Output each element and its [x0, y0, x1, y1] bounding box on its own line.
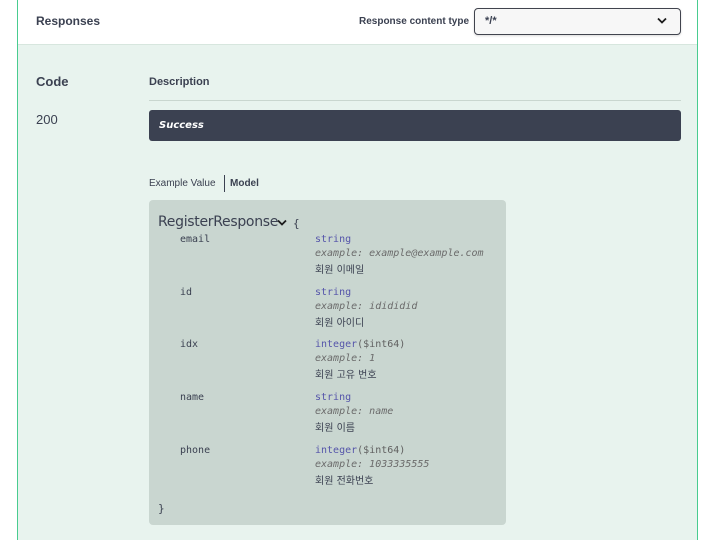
table-header-divider-gap: [36, 100, 149, 101]
property-description: 회원 전화번호: [315, 476, 374, 487]
chevron-down-icon[interactable]: [277, 219, 287, 227]
property-name: phone: [180, 445, 211, 456]
response-description-bar: Success: [149, 110, 681, 141]
content-type-label: Response content type: [359, 16, 470, 27]
response-description: Success: [159, 120, 204, 131]
chevron-down-icon: [657, 17, 667, 24]
column-header-description: Description: [149, 76, 210, 88]
property-name: id: [180, 287, 193, 298]
responses-header: Responses Response content type */*: [18, 0, 697, 45]
tab-example-value[interactable]: Example Value: [149, 178, 216, 189]
property-description: 회원 아이디: [315, 318, 365, 329]
property-name: idx: [180, 339, 199, 350]
property-name: name: [180, 392, 205, 403]
property-name: email: [180, 234, 211, 245]
tab-model[interactable]: Model: [230, 178, 259, 189]
responses-title: Responses: [36, 14, 101, 28]
property-description: 회원 이메일: [315, 265, 365, 276]
property-type: integer($int64): [315, 339, 406, 350]
response-code: 200: [36, 112, 58, 127]
tab-divider: [224, 175, 225, 192]
property-type: string: [315, 287, 352, 298]
property-example: example: example@example.com: [315, 248, 484, 259]
property-type: string: [315, 392, 352, 403]
property-example: example: 1: [315, 353, 376, 364]
model-close-brace: }: [158, 502, 165, 515]
model-schema-box: RegisterResponse { email string example:…: [149, 200, 506, 525]
column-header-code: Code: [36, 74, 69, 89]
property-type: string: [315, 234, 352, 245]
content-type-value: */*: [485, 15, 497, 27]
model-open-brace: {: [293, 217, 300, 230]
property-example: example: idididid: [315, 301, 418, 312]
property-description: 회원 이름: [315, 423, 355, 434]
operation-block: Responses Response content type */* Code…: [17, 0, 698, 540]
property-description: 회원 고유 번호: [315, 370, 377, 381]
property-example: example: name: [315, 406, 394, 417]
content-type-select[interactable]: */*: [474, 8, 681, 35]
property-example: example: 1033335555: [315, 459, 430, 470]
model-name[interactable]: RegisterResponse: [158, 214, 278, 230]
property-type: integer($int64): [315, 445, 406, 456]
